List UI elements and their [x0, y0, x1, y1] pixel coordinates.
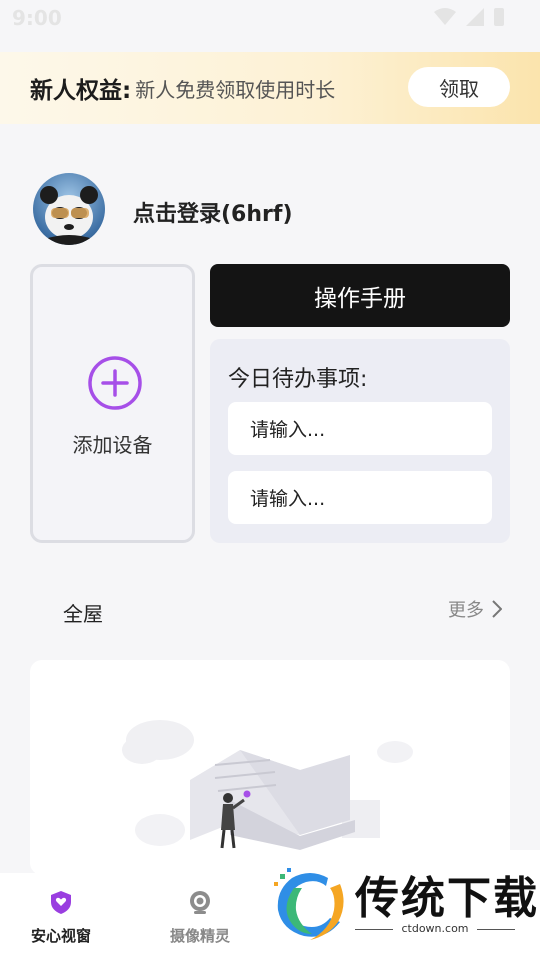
shield-heart-icon	[51, 891, 71, 914]
status-bar: 9:00	[0, 0, 540, 40]
panda-avatar-icon	[40, 186, 98, 245]
promo-title: 新人权益:	[30, 78, 132, 104]
camera-icon	[190, 891, 210, 914]
add-device-label: 添加设备	[72, 433, 153, 457]
status-icons	[434, 8, 504, 26]
todo-input-2[interactable]: 请输入...	[228, 471, 492, 524]
watermark-line-right	[477, 929, 515, 930]
house-card	[30, 660, 510, 875]
status-time: 9:00	[12, 6, 62, 30]
tab-camera-genie[interactable]: 摄像精灵	[145, 889, 255, 946]
manual-button[interactable]: 操作手册	[210, 264, 510, 327]
wifi-icon	[434, 8, 456, 25]
avatar[interactable]	[33, 173, 105, 245]
promo-banner: 新人权益: 新人免费领取使用时长 领取	[0, 52, 540, 124]
watermark-logo-icon	[274, 868, 344, 940]
add-circle-icon	[88, 356, 142, 410]
tab-secure-view-label: 安心视窗	[30, 927, 91, 945]
empty-state-illustration	[122, 720, 413, 850]
tab-camera-genie-label: 摄像精灵	[169, 927, 230, 945]
promo-subtitle: 新人免费领取使用时长	[135, 77, 336, 102]
watermark-text: 传统下载	[355, 873, 539, 924]
signal-icon	[466, 8, 484, 26]
login-link[interactable]: 点击登录(6hrf)	[133, 196, 293, 228]
claim-button[interactable]: 领取	[408, 67, 510, 107]
todo-input-1[interactable]: 请输入...	[228, 402, 492, 455]
add-device-card[interactable]: 添加设备	[30, 264, 195, 543]
tab-secure-view[interactable]: 安心视窗	[6, 889, 116, 946]
watermark: 传统下载 ctdown.com	[265, 850, 540, 960]
chevron-right-icon	[492, 600, 502, 618]
battery-icon	[494, 8, 504, 26]
more-label: 更多	[448, 600, 484, 621]
todo-card: 今日待办事项: 请输入... 请输入...	[210, 339, 510, 543]
more-link[interactable]: 更多	[448, 596, 502, 622]
section-title: 全屋	[63, 602, 103, 626]
todo-title: 今日待办事项:	[228, 367, 368, 392]
